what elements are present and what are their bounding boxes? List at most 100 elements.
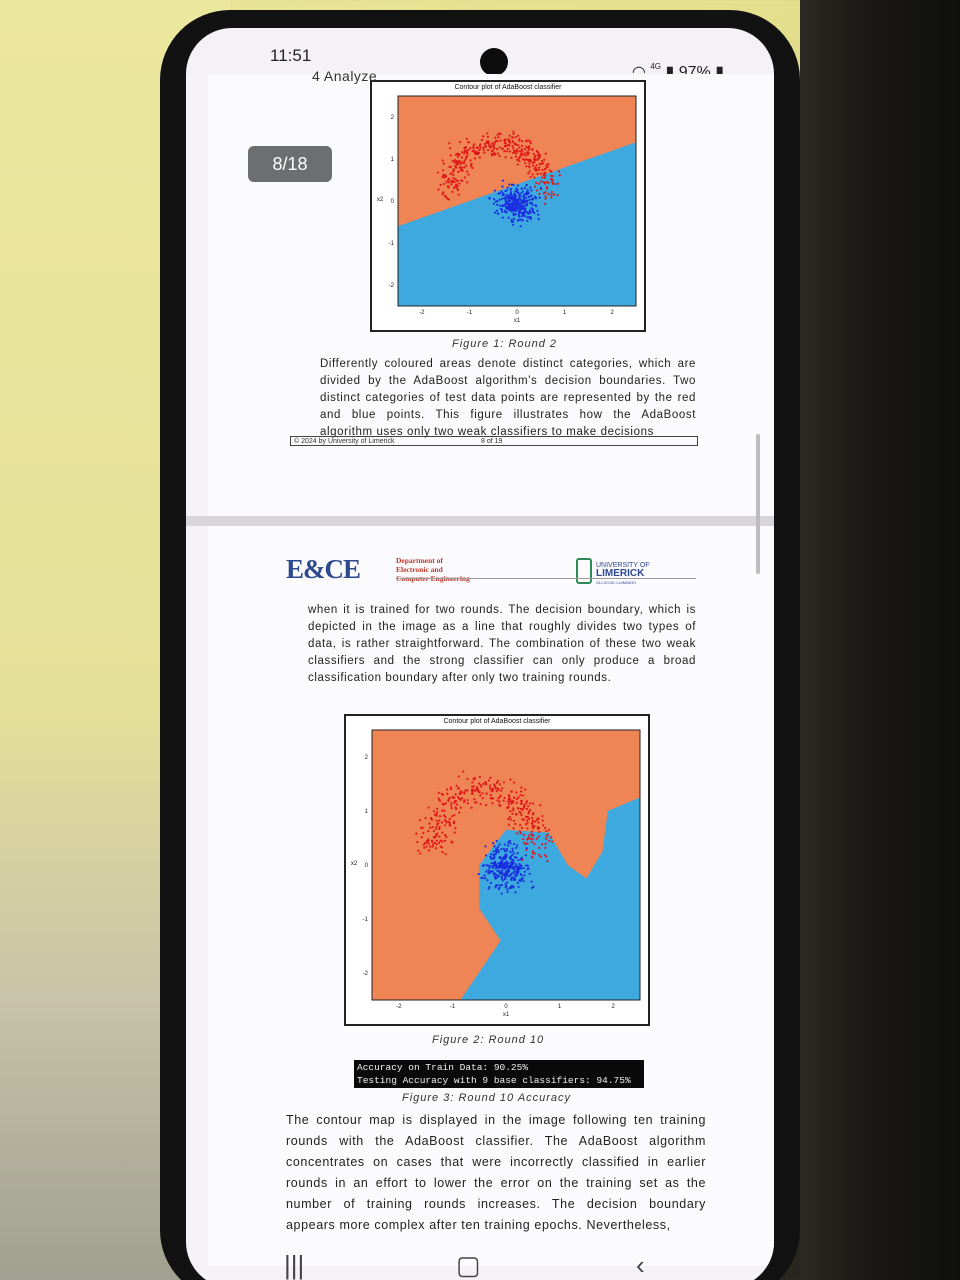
blue-point xyxy=(490,870,493,873)
blue-point xyxy=(485,864,488,867)
red-point xyxy=(507,797,510,801)
red-point xyxy=(472,145,475,148)
figure-2-svg: -2 -1 0 1 2 2 1 0 -1 -2 x1 x2 xyxy=(351,729,641,1018)
blue-point xyxy=(506,890,509,893)
red-point xyxy=(432,810,435,813)
red-point xyxy=(434,833,438,836)
blue-point xyxy=(477,872,480,876)
red-point xyxy=(459,806,462,809)
red-point xyxy=(458,166,461,169)
blue-point xyxy=(519,225,522,228)
red-point xyxy=(457,775,460,778)
x-axis-label: x1 xyxy=(503,1012,510,1018)
blue-point xyxy=(535,204,538,208)
red-point xyxy=(484,142,487,146)
red-point xyxy=(441,793,444,796)
red-point xyxy=(526,819,529,822)
red-point xyxy=(419,852,422,855)
red-point xyxy=(538,162,542,166)
red-point xyxy=(540,162,544,165)
red-point xyxy=(525,139,528,142)
red-point xyxy=(466,802,469,805)
red-point xyxy=(508,800,511,803)
blue-point xyxy=(493,862,496,865)
red-point xyxy=(455,784,458,787)
red-point xyxy=(455,161,459,164)
red-point xyxy=(525,807,529,811)
red-point xyxy=(527,158,530,162)
red-point xyxy=(545,855,548,858)
blue-point xyxy=(511,876,515,879)
red-point xyxy=(530,856,534,859)
blue-point xyxy=(497,874,500,877)
blue-point xyxy=(520,192,523,195)
red-point xyxy=(487,779,491,782)
red-point xyxy=(521,826,524,830)
blue-point xyxy=(522,880,525,883)
red-point xyxy=(486,135,489,138)
red-point xyxy=(521,808,524,811)
red-point xyxy=(533,176,536,179)
red-point xyxy=(425,845,428,848)
red-point xyxy=(469,165,473,168)
red-point xyxy=(439,839,442,842)
red-point xyxy=(549,177,553,181)
red-point xyxy=(417,849,420,852)
blue-point xyxy=(484,845,487,848)
red-point xyxy=(508,139,511,142)
red-point xyxy=(454,165,457,168)
red-point xyxy=(499,139,502,142)
red-point xyxy=(535,164,538,167)
red-point xyxy=(512,827,515,830)
red-point xyxy=(544,842,547,845)
red-point xyxy=(519,824,522,827)
red-point xyxy=(506,144,510,147)
red-point xyxy=(523,158,526,162)
red-point xyxy=(544,195,547,198)
blue-point xyxy=(525,864,528,867)
red-point xyxy=(538,853,541,856)
red-point xyxy=(471,781,474,784)
accuracy-output: Accuracy on Train Data: 90.25% Testing Ac… xyxy=(354,1060,644,1088)
red-point xyxy=(450,801,453,805)
red-point xyxy=(541,176,544,179)
blue-point xyxy=(495,866,498,870)
red-point xyxy=(541,168,544,172)
red-point xyxy=(479,794,482,797)
blue-point xyxy=(516,184,519,187)
red-point xyxy=(438,815,442,818)
recents-icon[interactable]: ||| xyxy=(284,1250,304,1280)
blue-point xyxy=(486,879,489,882)
home-icon[interactable]: ▢ xyxy=(456,1250,481,1280)
red-point xyxy=(515,801,518,805)
blue-point xyxy=(495,839,498,843)
blue-point xyxy=(504,190,507,193)
back-icon[interactable]: ‹ xyxy=(636,1250,645,1280)
blue-point xyxy=(501,185,504,188)
blue-point xyxy=(527,867,530,870)
page-indicator[interactable]: 8/18 xyxy=(248,146,332,182)
red-point xyxy=(484,780,487,784)
red-point xyxy=(514,143,518,146)
blue-point xyxy=(500,883,504,887)
red-point xyxy=(463,159,466,163)
red-point xyxy=(479,802,482,806)
red-point xyxy=(551,174,554,178)
red-point xyxy=(524,154,527,157)
red-point xyxy=(475,801,478,804)
scrollbar-thumb[interactable] xyxy=(756,434,760,574)
blue-point xyxy=(521,213,524,216)
red-point xyxy=(521,838,525,841)
red-point xyxy=(522,834,526,837)
red-point xyxy=(527,817,531,821)
red-point xyxy=(445,181,448,184)
red-point xyxy=(477,790,480,793)
red-point xyxy=(463,792,466,795)
blue-point xyxy=(484,854,488,857)
red-point xyxy=(508,795,511,799)
x-tick-label: 1 xyxy=(558,1004,562,1010)
red-point xyxy=(473,789,477,792)
blue-point xyxy=(508,866,512,869)
blue-point xyxy=(517,219,520,222)
blue-point xyxy=(510,183,514,186)
